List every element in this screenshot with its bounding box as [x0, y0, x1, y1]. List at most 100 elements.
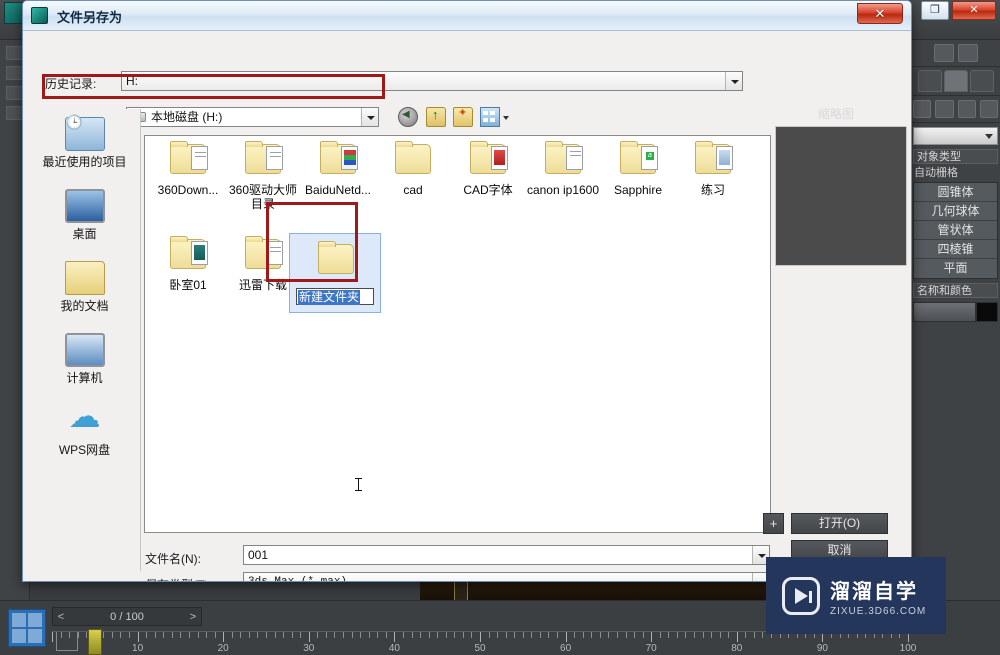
tool-button[interactable]: [5, 66, 24, 80]
ruler-tick: [411, 632, 413, 638]
add-path-button[interactable]: +: [763, 513, 784, 534]
filetype-select[interactable]: 3ds Max (*.max): [243, 572, 770, 581]
ruler-tick: [214, 632, 216, 638]
next-frame-button[interactable]: >: [185, 611, 201, 623]
list-item[interactable]: cad: [376, 141, 450, 197]
folder-icon: [241, 236, 285, 275]
layers-icon[interactable]: [957, 44, 978, 62]
object-button-pyramid[interactable]: 四棱锥: [914, 240, 997, 259]
ruler-label: 80: [731, 643, 743, 654]
frame-navigator[interactable]: < 0 / 100 >: [52, 607, 202, 626]
ruler-tick: [291, 632, 293, 638]
list-item[interactable]: 360Down...: [151, 141, 225, 197]
list-item[interactable]: 卧室01: [151, 236, 225, 292]
object-category-select[interactable]: [913, 127, 998, 145]
dialog-titlebar[interactable]: 文件另存为 ✕: [23, 1, 911, 31]
ruler-tick: [634, 632, 636, 638]
ruler-tick: [351, 632, 353, 638]
ruler-tick: [146, 632, 148, 638]
list-item[interactable]: 练习: [676, 141, 750, 197]
ruler-tick: [505, 632, 507, 638]
list-item[interactable]: canon ip1600: [526, 141, 600, 197]
folder-icon: [313, 241, 357, 280]
ruler-tick: [608, 632, 610, 638]
ruler-tick: [694, 632, 695, 638]
file-name: Sapphire: [613, 183, 663, 197]
prev-frame-button[interactable]: <: [53, 611, 69, 623]
tab-create-icon[interactable]: [943, 70, 968, 92]
save-in-combo[interactable]: 本地磁盘 (H:): [126, 107, 379, 127]
desktop-icon: [64, 189, 105, 223]
ruler-label: 30: [303, 643, 315, 654]
sidebar-item-recent[interactable]: 最近使用的项目: [29, 109, 140, 181]
list-item[interactable]: 360驱动大师目录: [226, 141, 300, 211]
folder-icon: a: [616, 141, 660, 180]
ruler-tick: [52, 632, 53, 642]
helpers-icon[interactable]: [957, 100, 976, 118]
folder-icon: [166, 141, 210, 180]
ruler-tick: [394, 632, 396, 642]
rename-input[interactable]: 新建文件夹: [296, 288, 374, 305]
sidebar-item-wps-cloud[interactable]: WPS网盘: [29, 397, 140, 469]
chevron-down-icon[interactable]: [503, 116, 509, 120]
tab-utilities-hammer-icon[interactable]: [969, 70, 994, 92]
tool-button[interactable]: [5, 46, 24, 60]
command-panel-tabs: [911, 67, 1000, 96]
folder-icon: [241, 141, 285, 180]
tool-button[interactable]: [5, 106, 24, 120]
object-button-cone[interactable]: 圆锥体: [914, 183, 997, 202]
file-list[interactable]: 360Down... 360驱动大师目录 BaiduNetd... cad CA: [144, 135, 771, 533]
sidebar-item-computer[interactable]: 计算机: [29, 325, 140, 397]
object-button-geosphere[interactable]: 几何球体: [914, 202, 997, 221]
views-icon[interactable]: [480, 107, 509, 127]
chevron-down-icon[interactable]: [361, 108, 378, 126]
sidebar-item-desktop[interactable]: 桌面: [29, 181, 140, 253]
sidebar-item-documents[interactable]: 我的文档: [29, 253, 140, 325]
dialog-close-button[interactable]: ✕: [857, 3, 903, 24]
object-button-plane[interactable]: 平面: [914, 259, 997, 278]
camera-icon[interactable]: [935, 100, 954, 118]
list-item[interactable]: BaiduNetd...: [301, 141, 375, 197]
up-folder-icon[interactable]: [426, 107, 446, 127]
ruler-tick: [616, 632, 618, 638]
max-file-icon: [31, 7, 48, 24]
history-value: H:: [126, 74, 138, 88]
sidebar-item-label: 我的文档: [60, 299, 109, 313]
object-color-swatch[interactable]: [976, 302, 998, 322]
app-close-button[interactable]: ✕: [952, 1, 996, 20]
file-name: cad: [403, 183, 423, 197]
back-icon[interactable]: [398, 107, 418, 127]
ruler-tick: [480, 632, 481, 642]
new-folder-icon[interactable]: [453, 106, 473, 127]
ruler-tick: [599, 632, 601, 638]
lights-icon[interactable]: [913, 100, 932, 118]
open-button[interactable]: 打开(O): [791, 513, 888, 534]
sidebar-item-label: WPS网盘: [58, 443, 111, 457]
tool-button[interactable]: [5, 86, 24, 100]
ruler-tick: [582, 632, 584, 638]
tab-modify-icon[interactable]: [917, 70, 942, 92]
ruler-tick: [402, 632, 404, 638]
ruler-tick: [206, 632, 208, 638]
spacewarp-icon[interactable]: [979, 100, 998, 118]
timeline-ruler[interactable]: 10 20 30 40 50 60 70 80 90 100: [52, 631, 916, 655]
history-combo[interactable]: H:: [121, 71, 743, 91]
ruler-tick: [360, 632, 362, 638]
file-name: 练习: [700, 183, 725, 197]
filename-input[interactable]: 001: [243, 545, 770, 565]
time-slider-handle[interactable]: [88, 629, 102, 655]
viewport-layout-button[interactable]: [8, 609, 46, 647]
align-icon[interactable]: [933, 44, 954, 62]
ruler-tick: [231, 632, 233, 638]
ruler-label: 60: [560, 643, 572, 654]
object-button-tube[interactable]: 管状体: [914, 221, 997, 240]
object-name-input[interactable]: [913, 302, 976, 322]
chevron-down-icon[interactable]: [725, 72, 742, 90]
ruler-tick: [420, 632, 422, 638]
list-item[interactable]: CAD字体: [451, 141, 525, 197]
ruler-tick: [60, 632, 62, 638]
ruler-tick: [317, 632, 319, 638]
ruler-tick: [591, 632, 593, 638]
restore-button[interactable]: ❐: [921, 1, 949, 20]
list-item[interactable]: a Sapphire: [601, 141, 675, 197]
